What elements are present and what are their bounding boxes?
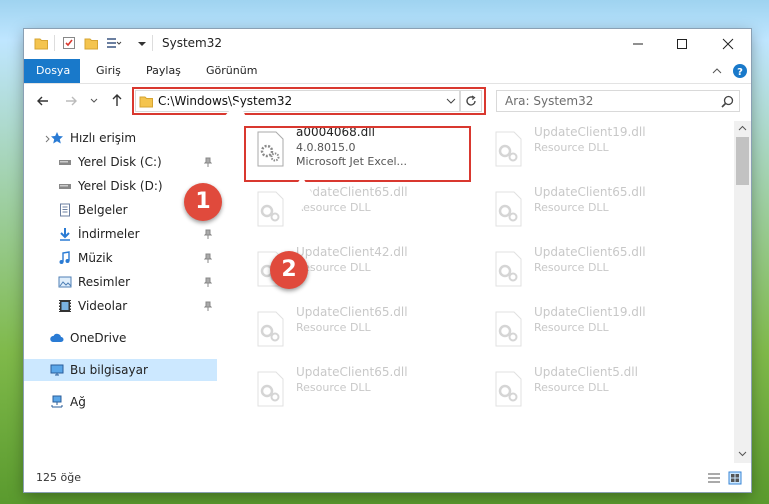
step-marker-2: 2 (270, 251, 308, 289)
annotation-arrows (200, 102, 314, 267)
step-marker-1: 1 (184, 183, 222, 221)
